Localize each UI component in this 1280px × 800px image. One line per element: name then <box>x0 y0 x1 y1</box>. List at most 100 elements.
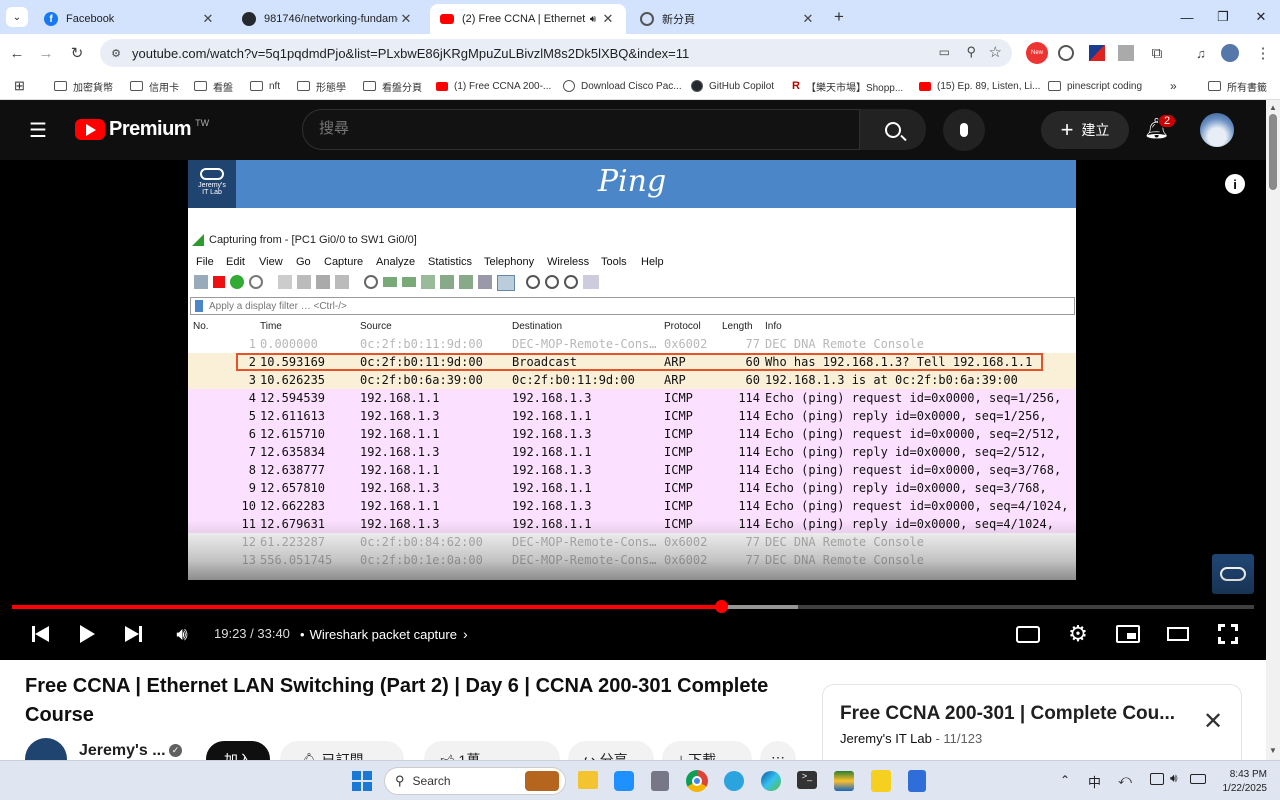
taskbar-search[interactable]: ⚲ Search <box>384 767 566 795</box>
notifications-button[interactable]: 🔔︎ 2 <box>1144 114 1177 144</box>
column-header[interactable]: Protocol <box>664 321 701 332</box>
subtitles-button[interactable] <box>1014 620 1042 648</box>
next-video-button[interactable] <box>119 620 147 648</box>
menu-item[interactable]: Help <box>641 256 664 268</box>
volume-tray-icon[interactable]: 🔊︎ <box>1170 771 1178 786</box>
menu-item[interactable]: Tools <box>601 256 627 268</box>
open-file-icon[interactable] <box>278 275 292 289</box>
progress-bar[interactable] <box>12 600 1254 613</box>
taskbar-app-icon[interactable] <box>614 771 634 791</box>
apps-grid-icon[interactable]: ⊞ <box>14 77 25 95</box>
capture-options-icon[interactable] <box>249 275 263 289</box>
tab-new-tab[interactable]: 新分頁 ✕ <box>630 4 826 34</box>
column-header[interactable]: Destination <box>512 321 562 332</box>
taskbar-app-icon[interactable] <box>651 771 669 791</box>
search-input[interactable] <box>319 120 819 137</box>
reload-file-icon[interactable] <box>335 275 349 289</box>
forward-button[interactable]: → <box>35 42 57 64</box>
miniplayer-button[interactable] <box>1114 620 1142 648</box>
autoscroll-icon[interactable] <box>478 275 492 289</box>
menu-item[interactable]: Wireless <box>547 256 589 268</box>
terminal-taskbar-icon[interactable]: >_ <box>797 771 817 789</box>
chrome-taskbar-icon[interactable] <box>686 770 708 792</box>
column-header[interactable]: No. <box>193 321 209 332</box>
edge-taskbar-icon[interactable] <box>761 771 781 791</box>
all-bookmarks-folder[interactable]: 所有書籤 <box>1208 77 1267 95</box>
menu-item[interactable]: Analyze <box>376 256 415 268</box>
scroll-thumb[interactable] <box>1269 114 1277 190</box>
info-icon[interactable]: i <box>1225 174 1245 194</box>
voice-search-button[interactable] <box>943 109 985 151</box>
extensions-puzzle-icon[interactable]: ⧉ <box>1146 42 1168 64</box>
previous-video-button[interactable] <box>26 620 54 648</box>
packet-row[interactable]: 5 12.611613 192.168.1.3 192.168.1.1 ICMP 114 E… <box>188 407 1076 425</box>
packet-row[interactable]: 4 12.594539 192.168.1.1 192.168.1.3 ICMP 114 E… <box>188 389 1076 407</box>
new-tab-button[interactable]: + <box>829 7 849 27</box>
battery-icon[interactable] <box>1190 774 1206 784</box>
taskbar-app-icon[interactable] <box>834 771 854 791</box>
settings-button[interactable]: ⚙ <box>1064 620 1092 648</box>
youtube-logo[interactable]: Premium TW <box>75 118 209 141</box>
channel-name[interactable]: Jeremy's ... <box>79 742 166 760</box>
bookmark-item[interactable]: R 【樂天市場】Shopp... <box>792 77 903 95</box>
close-icon[interactable]: ✕ <box>398 11 414 27</box>
restore-button[interactable]: ❐ <box>1208 6 1238 28</box>
bookmark-filter-icon[interactable] <box>195 300 203 312</box>
close-file-icon[interactable] <box>316 275 330 289</box>
packet-row[interactable]: 3 10.626235 0c:2f:b0:6a:39:00 0c:2f:b0:11:9… <box>188 371 1076 389</box>
colorize-icon[interactable] <box>497 275 515 291</box>
menu-item[interactable]: Go <box>296 256 311 268</box>
tab-github[interactable]: 981746/networking-fundament ✕ <box>232 4 424 34</box>
taskbar-app-icon[interactable] <box>871 770 891 792</box>
telegram-taskbar-icon[interactable] <box>724 771 744 791</box>
first-packet-icon[interactable] <box>440 275 454 289</box>
extension-image-icon[interactable] <box>1118 45 1134 61</box>
address-bar[interactable]: ⚙ youtube.com/watch?v=5q1pqdmdPjo&list=P… <box>100 39 1012 67</box>
playlist-owner[interactable]: Jeremy's IT Lab <box>840 731 932 746</box>
site-info-icon[interactable]: ⚙ <box>108 45 124 61</box>
bookmark-item[interactable]: (1) Free CCNA 200-... <box>436 77 551 95</box>
zoom-icon[interactable]: ⚲ <box>966 44 976 60</box>
fullscreen-button[interactable] <box>1214 620 1242 648</box>
go-back-icon[interactable] <box>383 277 397 287</box>
clock[interactable]: 8:43 PM 1/22/2025 <box>1215 768 1268 796</box>
packet-row[interactable]: 9 12.657810 192.168.1.3 192.168.1.1 ICMP 114 E… <box>188 479 1076 497</box>
normal-size-icon[interactable] <box>564 275 578 289</box>
tab-youtube-active[interactable]: (2) Free CCNA | Ethernet LA 🔊︎ ✕ <box>430 4 626 34</box>
close-icon[interactable]: ✕ <box>800 11 816 27</box>
bookmark-item[interactable]: 信用卡 <box>130 77 179 95</box>
bookmark-item[interactable]: Download Cisco Pac... <box>563 77 682 95</box>
resize-columns-icon[interactable] <box>583 275 599 289</box>
go-to-packet-icon[interactable] <box>421 275 435 289</box>
chapter-title[interactable]: • Wireshark packet capture › <box>300 626 468 642</box>
hamburger-menu-icon[interactable]: ☰ <box>26 118 50 142</box>
menu-item[interactable]: Statistics <box>428 256 472 268</box>
start-button[interactable] <box>352 771 372 791</box>
zoom-in-icon[interactable] <box>526 275 540 289</box>
bookmark-item[interactable]: 形態學 <box>297 77 346 95</box>
column-header[interactable]: Info <box>765 321 782 332</box>
theater-mode-button[interactable] <box>1164 620 1192 648</box>
account-avatar[interactable] <box>1200 113 1234 147</box>
menu-item[interactable]: View <box>259 256 283 268</box>
minimize-button[interactable]: — <box>1172 6 1202 28</box>
profile-avatar[interactable] <box>1221 44 1239 62</box>
bookmark-item[interactable]: pinescript coding <box>1048 77 1142 95</box>
packet-row[interactable]: 10 12.662283 192.168.1.1 192.168.1.3 ICMP 114… <box>188 497 1076 515</box>
restart-capture-icon[interactable] <box>230 275 244 289</box>
close-window-button[interactable]: ✕ <box>1246 6 1276 28</box>
bookmarks-overflow[interactable]: » <box>1170 77 1177 95</box>
extension-flag-icon[interactable] <box>1089 45 1105 61</box>
network-icon[interactable] <box>1150 773 1164 785</box>
column-header[interactable]: Source <box>360 321 392 332</box>
bookmark-item[interactable]: 看盤分頁 <box>363 77 422 95</box>
play-button[interactable] <box>73 620 101 648</box>
install-app-icon[interactable]: ▭ <box>939 45 950 59</box>
ime-mode-icon[interactable]: ⤺ <box>1118 772 1132 788</box>
bookmark-item[interactable]: GitHub Copilot <box>691 77 774 95</box>
menu-item[interactable]: Capture <box>324 256 363 268</box>
volume-button[interactable]: 🔊︎ <box>168 620 196 648</box>
page-scrollbar[interactable]: ▲ ▼ <box>1266 100 1280 760</box>
menu-item[interactable]: Edit <box>226 256 245 268</box>
scroll-down-arrow-icon[interactable]: ▼ <box>1269 746 1277 755</box>
